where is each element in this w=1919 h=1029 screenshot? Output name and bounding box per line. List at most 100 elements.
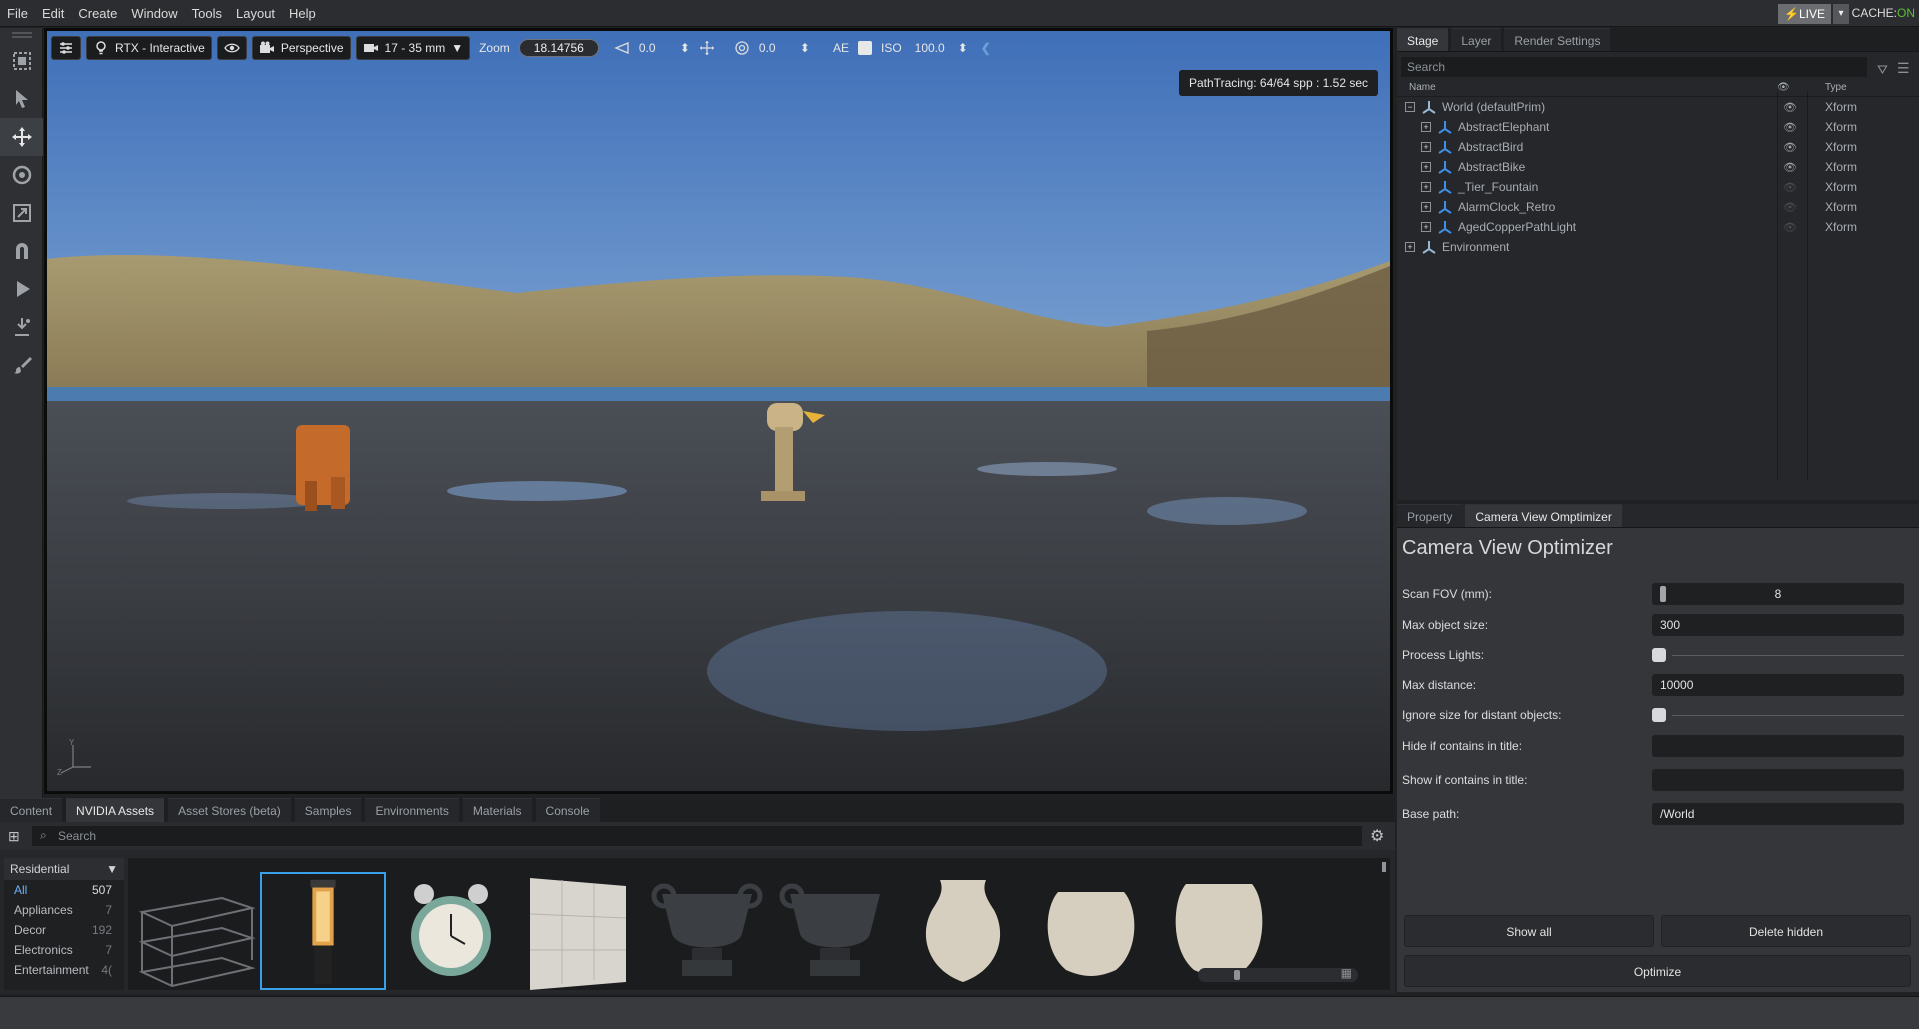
tab-camera-view-optimizer[interactable]: Camera View Omptimizer: [1465, 504, 1622, 527]
visibility-eye-icon[interactable]: 👁: [1783, 97, 1797, 117]
grid-view-icon[interactable]: ▦: [1341, 966, 1352, 980]
expand-toggle-icon[interactable]: +: [1421, 142, 1431, 152]
menu-layout[interactable]: Layout: [229, 0, 282, 27]
menu-edit[interactable]: Edit: [35, 0, 71, 27]
visibility-eye-icon[interactable]: 👁: [1783, 117, 1797, 137]
stage-tree-row[interactable]: + _Tier_Fountain 👁 Xform: [1397, 177, 1919, 197]
select-arrow-icon[interactable]: [0, 80, 43, 118]
exposure-spinner-icon[interactable]: ⬍: [676, 41, 694, 55]
expand-toggle-icon[interactable]: +: [1421, 222, 1431, 232]
max-object-size-input[interactable]: 300: [1652, 614, 1904, 636]
category-item[interactable]: All 507: [4, 880, 124, 900]
tab-property[interactable]: Property: [1397, 504, 1463, 527]
stage-tree-row[interactable]: + AbstractElephant 👁 Xform: [1397, 117, 1919, 137]
tab-nvidia-assets[interactable]: NVIDIA Assets: [66, 798, 165, 822]
ae-checkbox[interactable]: [857, 41, 872, 55]
abstract-elephant[interactable]: [296, 425, 350, 511]
scale-tool-icon[interactable]: [0, 194, 43, 232]
thumbnail-pot[interactable]: [1028, 872, 1154, 990]
menu-create[interactable]: Create: [71, 0, 124, 27]
camera-button[interactable]: Perspective: [251, 36, 351, 60]
paint-brush-icon[interactable]: [0, 346, 43, 384]
category-select[interactable]: Residential ▼: [4, 858, 124, 880]
content-search-input[interactable]: Search: [32, 826, 1362, 846]
iso-value[interactable]: 100.0: [911, 41, 949, 55]
stage-search-input[interactable]: Search: [1401, 57, 1867, 77]
viewport-settings-button[interactable]: [51, 36, 81, 60]
tab-layer[interactable]: Layer: [1451, 28, 1502, 51]
hamburger-menu-icon[interactable]: ☰: [1897, 60, 1910, 77]
thumbnail-glass-shelf[interactable]: [132, 872, 258, 990]
visibility-eye-icon[interactable]: 👁: [1783, 157, 1797, 177]
zoom-field[interactable]: 18.14756: [518, 39, 599, 57]
delete-hidden-button[interactable]: Delete hidden: [1661, 915, 1911, 947]
renderer-button[interactable]: RTX - Interactive: [86, 36, 212, 60]
slider-handle[interactable]: [1660, 586, 1666, 602]
select-mode-icon[interactable]: [0, 42, 43, 80]
tab-materials[interactable]: Materials: [462, 798, 532, 822]
iso-spinner-icon[interactable]: ⬍: [954, 41, 972, 55]
live-button[interactable]: ⚡LIVE: [1778, 4, 1831, 24]
thumbnail-urn-ornate-2[interactable]: [772, 872, 898, 990]
menu-help[interactable]: Help: [282, 0, 323, 27]
column-type[interactable]: Type: [1825, 82, 1847, 96]
hide-title-input[interactable]: [1652, 735, 1904, 757]
physics-drag-icon[interactable]: [0, 308, 43, 346]
optimize-button[interactable]: Optimize: [1404, 955, 1911, 987]
exposure-value[interactable]: 0.0: [635, 41, 671, 55]
menu-file[interactable]: File: [0, 0, 35, 27]
snap-magnet-icon[interactable]: [0, 232, 43, 270]
gear-icon[interactable]: ⚙: [1370, 826, 1384, 846]
expand-toggle-icon[interactable]: +: [1405, 242, 1415, 252]
show-all-button[interactable]: Show all: [1404, 915, 1654, 947]
ignore-size-checkbox[interactable]: [1652, 708, 1666, 722]
stage-tree-row[interactable]: + AgedCopperPathLight 👁 Xform: [1397, 217, 1919, 237]
visibility-eye-icon[interactable]: 👁: [1783, 197, 1797, 217]
lens-dropdown[interactable]: 17 - 35 mm ▼: [355, 36, 471, 60]
category-item[interactable]: Appliances 7: [4, 900, 124, 920]
crosshair-move-icon[interactable]: [699, 40, 715, 56]
expand-toggle-icon[interactable]: +: [1421, 202, 1431, 212]
expand-toggle-icon[interactable]: −: [1405, 102, 1415, 112]
thumbnail-vase[interactable]: [900, 872, 1026, 990]
stage-tree-row[interactable]: + AlarmClock_Retro 👁 Xform: [1397, 197, 1919, 217]
tab-asset-stores[interactable]: Asset Stores (beta): [168, 798, 291, 822]
tab-content[interactable]: Content: [0, 798, 63, 822]
visibility-eye-icon[interactable]: 👁: [1783, 217, 1797, 237]
viewport-scene[interactable]: [47, 31, 1390, 791]
category-item[interactable]: Electronics 7: [4, 940, 124, 960]
column-divider[interactable]: [1807, 92, 1808, 480]
stage-tree-row[interactable]: + AbstractBird 👁 Xform: [1397, 137, 1919, 157]
category-item[interactable]: Entertainment 4(: [4, 960, 124, 980]
thumbnail-path-light[interactable]: [260, 872, 386, 990]
max-distance-input[interactable]: 10000: [1652, 674, 1904, 696]
live-dropdown-icon[interactable]: ▾: [1833, 4, 1849, 24]
process-lights-checkbox[interactable]: [1652, 648, 1666, 662]
slider-handle[interactable]: [1234, 970, 1240, 980]
scrollbar[interactable]: [1382, 862, 1386, 872]
expand-toggle-icon[interactable]: +: [1421, 182, 1431, 192]
rotate-tool-icon[interactable]: [0, 156, 43, 194]
tab-render-settings[interactable]: Render Settings: [1504, 28, 1611, 51]
tab-environments[interactable]: Environments: [365, 798, 459, 822]
base-path-input[interactable]: /World: [1652, 803, 1904, 825]
move-tool-icon[interactable]: [0, 118, 43, 156]
filter-icon[interactable]: ⛛: [1877, 62, 1888, 78]
visibility-eye-icon[interactable]: 👁: [1783, 137, 1797, 157]
stage-tree-row[interactable]: − World (defaultPrim) 👁 Xform: [1397, 97, 1919, 117]
menu-window[interactable]: Window: [124, 0, 184, 27]
column-name[interactable]: Name: [1397, 82, 1777, 96]
tab-console[interactable]: Console: [535, 798, 600, 822]
column-divider[interactable]: [1777, 92, 1778, 480]
tab-samples[interactable]: Samples: [294, 798, 362, 822]
thumbnail-tile-panel[interactable]: [516, 872, 642, 990]
stage-tree-row[interactable]: + Environment: [1397, 237, 1919, 257]
visibility-button[interactable]: [216, 36, 247, 60]
tree-view-icon[interactable]: ⊞: [8, 828, 20, 845]
aperture-spinner-icon[interactable]: ⬍: [796, 41, 814, 55]
expand-toggle-icon[interactable]: +: [1421, 162, 1431, 172]
expand-toggle-icon[interactable]: +: [1421, 122, 1431, 132]
aperture-value[interactable]: 0.0: [755, 41, 791, 55]
play-icon[interactable]: [0, 270, 43, 308]
menu-tools[interactable]: Tools: [185, 0, 229, 27]
